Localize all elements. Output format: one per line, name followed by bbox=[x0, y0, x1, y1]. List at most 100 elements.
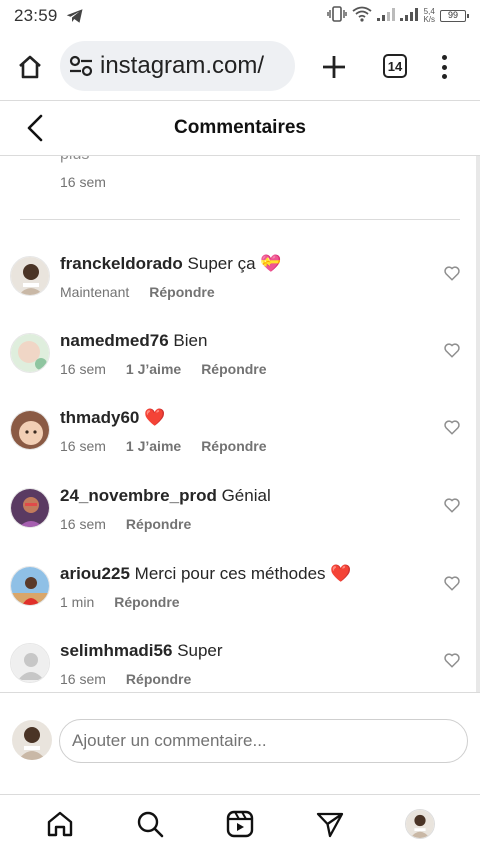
comment-meta: 16 sem Répondre bbox=[60, 516, 191, 532]
back-button[interactable] bbox=[22, 113, 50, 143]
network-speed: 5,4 K/s bbox=[423, 7, 435, 24]
like-button[interactable] bbox=[443, 496, 461, 514]
likes-count[interactable]: 1 J’aime bbox=[126, 361, 181, 377]
comment-username[interactable]: 24_novembre_prod bbox=[60, 486, 217, 505]
comment-time: 16 sem bbox=[60, 361, 106, 377]
reply-button[interactable]: Répondre bbox=[126, 516, 191, 532]
heart-icon bbox=[444, 576, 460, 591]
telegram-icon bbox=[66, 8, 84, 24]
comment-username[interactable]: franckeldorado bbox=[60, 254, 183, 273]
dot-icon bbox=[441, 64, 447, 70]
reply-button[interactable]: Répondre bbox=[149, 284, 214, 300]
previous-comment-fragment: plus 16 sem bbox=[60, 156, 106, 190]
nav-direct[interactable] bbox=[315, 809, 345, 839]
comment-username[interactable]: thmady60 bbox=[60, 408, 139, 427]
comment-item: franckeldorado Super ça 💝 Maintenant Rép… bbox=[0, 254, 476, 314]
reply-button[interactable]: Répondre bbox=[201, 438, 266, 454]
bottom-navigation bbox=[0, 794, 480, 854]
comment-item: selimhmadi56 Super 16 sem Répondre bbox=[0, 641, 476, 692]
comment-text: franckeldorado Super ça 💝 bbox=[60, 254, 281, 274]
comment-time: 1 min bbox=[60, 594, 95, 610]
nav-reels[interactable] bbox=[225, 809, 255, 839]
like-button[interactable] bbox=[443, 651, 461, 669]
browser-menu-button[interactable] bbox=[436, 52, 452, 82]
avatar[interactable] bbox=[10, 333, 50, 373]
comment-meta: Maintenant Répondre bbox=[60, 284, 215, 300]
reply-button[interactable]: Répondre bbox=[201, 361, 266, 377]
home-icon bbox=[19, 55, 41, 79]
like-button[interactable] bbox=[443, 341, 461, 359]
comment-text: 24_novembre_prod Génial bbox=[60, 486, 271, 506]
comment-meta: 16 sem Répondre bbox=[60, 671, 191, 687]
comment-item: ariou225 Merci pour ces méthodes ❤️ 1 mi… bbox=[0, 564, 476, 624]
current-user-avatar bbox=[12, 720, 52, 760]
see-more-link[interactable]: plus bbox=[60, 156, 89, 163]
heart-icon bbox=[444, 498, 460, 513]
signal-icon-1 bbox=[377, 6, 396, 26]
direct-message-icon bbox=[316, 812, 344, 838]
battery-icon: 99 bbox=[440, 10, 469, 22]
scrollbar[interactable] bbox=[476, 156, 480, 692]
vibrate-icon bbox=[327, 5, 348, 27]
comment-body: Génial bbox=[221, 486, 271, 505]
comment-body: Merci pour ces méthodes ❤️ bbox=[134, 564, 352, 583]
new-tab-button[interactable] bbox=[320, 53, 348, 81]
nav-home[interactable] bbox=[45, 809, 75, 839]
like-button[interactable] bbox=[443, 418, 461, 436]
like-button[interactable] bbox=[443, 574, 461, 592]
signal-icon-2 bbox=[400, 6, 419, 26]
status-bar: 23:59 5,4 K/s 99 bbox=[0, 0, 480, 32]
avatar[interactable] bbox=[10, 643, 50, 683]
comment-input[interactable] bbox=[59, 719, 468, 763]
browser-toolbar: instagram.com/ 14 bbox=[0, 32, 480, 100]
comment-body: Bien bbox=[173, 331, 208, 350]
comments-list[interactable]: plus 16 sem franckeldorado Super ça 💝 Ma… bbox=[0, 156, 480, 692]
comment-meta: 1 min Répondre bbox=[60, 594, 180, 610]
avatar[interactable] bbox=[10, 410, 50, 450]
comment-body: ❤️ bbox=[144, 408, 166, 427]
comment-text: ariou225 Merci pour ces méthodes ❤️ bbox=[60, 564, 351, 584]
avatar[interactable] bbox=[10, 256, 50, 296]
comments-header: Commentaires bbox=[0, 100, 480, 156]
like-button[interactable] bbox=[443, 264, 461, 282]
status-time: 23:59 bbox=[14, 6, 58, 25]
comment-item: 24_novembre_prod Génial 16 sem Répondre bbox=[0, 486, 476, 546]
reply-button[interactable]: Répondre bbox=[126, 671, 191, 687]
plus-icon bbox=[323, 56, 345, 78]
avatar[interactable] bbox=[10, 566, 50, 606]
status-icons: 5,4 K/s 99 bbox=[327, 5, 469, 27]
comment-username[interactable]: ariou225 bbox=[60, 564, 130, 583]
browser-home-button[interactable] bbox=[14, 52, 46, 82]
comment-text: namedmed76 Bien bbox=[60, 331, 207, 351]
heart-icon bbox=[444, 420, 460, 435]
divider bbox=[20, 219, 460, 220]
comment-time: 16 sem bbox=[60, 671, 106, 687]
reels-icon bbox=[226, 810, 254, 838]
heart-icon bbox=[444, 266, 460, 281]
dot-icon bbox=[441, 55, 447, 60]
url-text: instagram.com/ bbox=[100, 52, 265, 79]
wifi-icon bbox=[352, 6, 372, 27]
comment-meta: 16 sem 1 J’aime Répondre bbox=[60, 438, 267, 454]
chevron-left-icon bbox=[27, 114, 43, 142]
comment-username[interactable]: selimhmadi56 bbox=[60, 641, 172, 660]
search-icon bbox=[137, 811, 164, 838]
heart-icon bbox=[444, 653, 460, 668]
add-comment-bar bbox=[0, 692, 480, 794]
comment-username[interactable]: namedmed76 bbox=[60, 331, 169, 350]
address-bar[interactable]: instagram.com/ bbox=[60, 41, 295, 91]
tab-switcher-button[interactable]: 14 bbox=[383, 54, 407, 78]
comment-body: Super ça 💝 bbox=[187, 254, 282, 273]
heart-icon bbox=[444, 343, 460, 358]
likes-count[interactable]: 1 J’aime bbox=[126, 438, 181, 454]
home-icon bbox=[47, 811, 73, 837]
site-settings-icon[interactable] bbox=[68, 53, 94, 79]
avatar[interactable] bbox=[10, 488, 50, 528]
nav-search[interactable] bbox=[135, 809, 165, 839]
comment-item: thmady60 ❤️ 16 sem 1 J’aime Répondre bbox=[0, 408, 476, 468]
comment-time: Maintenant bbox=[60, 284, 130, 300]
page-title: Commentaires bbox=[174, 117, 306, 138]
nav-profile-avatar[interactable] bbox=[405, 809, 435, 839]
reply-button[interactable]: Répondre bbox=[114, 594, 179, 610]
comment-time: 16 sem bbox=[60, 174, 106, 190]
